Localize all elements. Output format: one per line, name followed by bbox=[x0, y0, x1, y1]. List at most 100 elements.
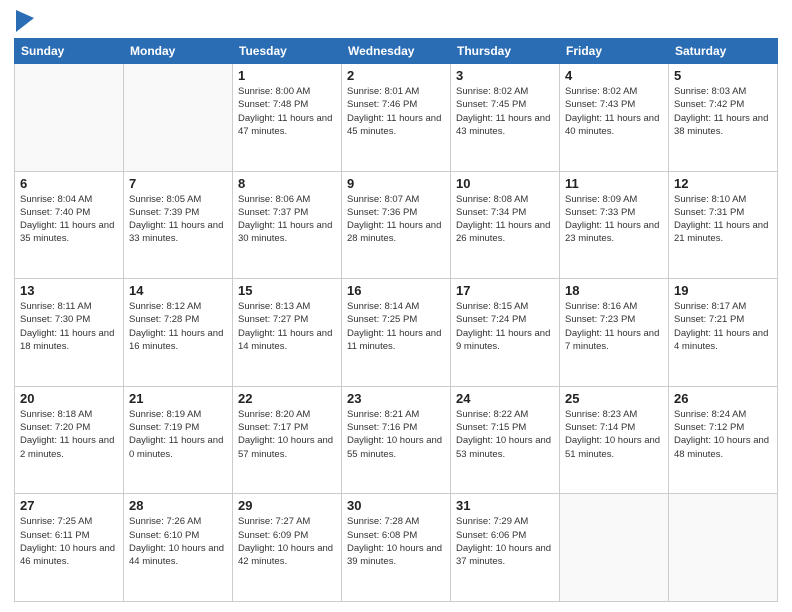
day-info: Sunrise: 8:23 AM Sunset: 7:14 PM Dayligh… bbox=[565, 408, 663, 461]
logo bbox=[14, 10, 34, 30]
table-row: 21 Sunrise: 8:19 AM Sunset: 7:19 PM Dayli… bbox=[124, 386, 233, 494]
day-number: 29 bbox=[238, 498, 336, 513]
table-row: 23 Sunrise: 8:21 AM Sunset: 7:16 PM Dayli… bbox=[342, 386, 451, 494]
table-row: 17Sunrise: 8:15 AM Sunset: 7:24 PM Dayli… bbox=[451, 279, 560, 387]
table-row: 11 Sunrise: 8:09 AM Sunset: 7:33 PM Dayli… bbox=[560, 171, 669, 279]
day-number: 28 bbox=[129, 498, 227, 513]
day-info: Sunrise: 8:01 AM Sunset: 7:46 PM Dayligh… bbox=[347, 85, 445, 138]
calendar-header-row: Sunday Monday Tuesday Wednesday Thursday… bbox=[15, 39, 778, 64]
day-info: Sunrise: 8:10 AM Sunset: 7:31 PM Dayligh… bbox=[674, 193, 772, 246]
col-saturday: Saturday bbox=[669, 39, 778, 64]
table-row: 9Sunrise: 8:07 AM Sunset: 7:36 PM Daylig… bbox=[342, 171, 451, 279]
table-row: 20 Sunrise: 8:18 AM Sunset: 7:20 PM Dayli… bbox=[15, 386, 124, 494]
day-info: Sunrise: 8:21 AM Sunset: 7:16 PM Dayligh… bbox=[347, 408, 445, 461]
col-monday: Monday bbox=[124, 39, 233, 64]
table-row: 4Sunrise: 8:02 AM Sunset: 7:43 PM Daylig… bbox=[560, 64, 669, 172]
day-info: Sunrise: 8:24 AM Sunset: 7:12 PM Dayligh… bbox=[674, 408, 772, 461]
day-number: 21 bbox=[129, 391, 227, 406]
day-number: 10 bbox=[456, 176, 554, 191]
table-row: 2 Sunrise: 8:01 AM Sunset: 7:46 PM Daylig… bbox=[342, 64, 451, 172]
table-row: 6 Sunrise: 8:04 AM Sunset: 7:40 PM Daylig… bbox=[15, 171, 124, 279]
table-row: 19Sunrise: 8:17 AM Sunset: 7:21 PM Dayli… bbox=[669, 279, 778, 387]
day-info: Sunrise: 8:08 AM Sunset: 7:34 PM Dayligh… bbox=[456, 193, 554, 246]
day-number: 4 bbox=[565, 68, 663, 83]
table-row: 24 Sunrise: 8:22 AM Sunset: 7:15 PM Dayli… bbox=[451, 386, 560, 494]
table-row: 31 Sunrise: 7:29 AM Sunset: 6:06 PM Dayli… bbox=[451, 494, 560, 602]
day-number: 14 bbox=[129, 283, 227, 298]
table-row bbox=[15, 64, 124, 172]
day-number: 15 bbox=[238, 283, 336, 298]
calendar-table: Sunday Monday Tuesday Wednesday Thursday… bbox=[14, 38, 778, 602]
day-info: Sunrise: 8:19 AM Sunset: 7:19 PM Dayligh… bbox=[129, 408, 227, 461]
day-number: 20 bbox=[20, 391, 118, 406]
day-number: 1 bbox=[238, 68, 336, 83]
table-row: 18 Sunrise: 8:16 AM Sunset: 7:23 PM Dayli… bbox=[560, 279, 669, 387]
day-number: 25 bbox=[565, 391, 663, 406]
day-number: 23 bbox=[347, 391, 445, 406]
day-info: Sunrise: 8:12 AM Sunset: 7:28 PM Dayligh… bbox=[129, 300, 227, 353]
table-row: 7 Sunrise: 8:05 AM Sunset: 7:39 PM Daylig… bbox=[124, 171, 233, 279]
table-row: 14 Sunrise: 8:12 AM Sunset: 7:28 PM Dayli… bbox=[124, 279, 233, 387]
day-number: 11 bbox=[565, 176, 663, 191]
table-row: 12 Sunrise: 8:10 AM Sunset: 7:31 PM Dayli… bbox=[669, 171, 778, 279]
day-number: 5 bbox=[674, 68, 772, 83]
table-row: 27 Sunrise: 7:25 AM Sunset: 6:11 PM Dayli… bbox=[15, 494, 124, 602]
page: Sunday Monday Tuesday Wednesday Thursday… bbox=[0, 0, 792, 612]
calendar-week-row: 13Sunrise: 8:11 AM Sunset: 7:30 PM Dayli… bbox=[15, 279, 778, 387]
day-number: 2 bbox=[347, 68, 445, 83]
day-info: Sunrise: 8:11 AM Sunset: 7:30 PM Dayligh… bbox=[20, 300, 118, 353]
day-info: Sunrise: 7:29 AM Sunset: 6:06 PM Dayligh… bbox=[456, 515, 554, 568]
day-info: Sunrise: 8:05 AM Sunset: 7:39 PM Dayligh… bbox=[129, 193, 227, 246]
day-info: Sunrise: 8:03 AM Sunset: 7:42 PM Dayligh… bbox=[674, 85, 772, 138]
table-row: 13Sunrise: 8:11 AM Sunset: 7:30 PM Dayli… bbox=[15, 279, 124, 387]
day-info: Sunrise: 8:22 AM Sunset: 7:15 PM Dayligh… bbox=[456, 408, 554, 461]
day-number: 8 bbox=[238, 176, 336, 191]
day-number: 12 bbox=[674, 176, 772, 191]
day-info: Sunrise: 8:09 AM Sunset: 7:33 PM Dayligh… bbox=[565, 193, 663, 246]
day-number: 3 bbox=[456, 68, 554, 83]
day-number: 24 bbox=[456, 391, 554, 406]
day-number: 16 bbox=[347, 283, 445, 298]
col-wednesday: Wednesday bbox=[342, 39, 451, 64]
table-row bbox=[669, 494, 778, 602]
table-row bbox=[560, 494, 669, 602]
col-sunday: Sunday bbox=[15, 39, 124, 64]
table-row bbox=[124, 64, 233, 172]
day-info: Sunrise: 8:18 AM Sunset: 7:20 PM Dayligh… bbox=[20, 408, 118, 461]
day-number: 7 bbox=[129, 176, 227, 191]
day-number: 27 bbox=[20, 498, 118, 513]
table-row: 8 Sunrise: 8:06 AM Sunset: 7:37 PM Daylig… bbox=[233, 171, 342, 279]
col-tuesday: Tuesday bbox=[233, 39, 342, 64]
day-number: 30 bbox=[347, 498, 445, 513]
table-row: 26Sunrise: 8:24 AM Sunset: 7:12 PM Dayli… bbox=[669, 386, 778, 494]
col-friday: Friday bbox=[560, 39, 669, 64]
day-number: 6 bbox=[20, 176, 118, 191]
table-row: 30 Sunrise: 7:28 AM Sunset: 6:08 PM Dayli… bbox=[342, 494, 451, 602]
table-row: 3 Sunrise: 8:02 AM Sunset: 7:45 PM Daylig… bbox=[451, 64, 560, 172]
table-row: 28Sunrise: 7:26 AM Sunset: 6:10 PM Dayli… bbox=[124, 494, 233, 602]
day-info: Sunrise: 8:04 AM Sunset: 7:40 PM Dayligh… bbox=[20, 193, 118, 246]
table-row: 25 Sunrise: 8:23 AM Sunset: 7:14 PM Dayli… bbox=[560, 386, 669, 494]
day-number: 19 bbox=[674, 283, 772, 298]
table-row: 1Sunrise: 8:00 AM Sunset: 7:48 PM Daylig… bbox=[233, 64, 342, 172]
day-number: 18 bbox=[565, 283, 663, 298]
day-info: Sunrise: 8:15 AM Sunset: 7:24 PM Dayligh… bbox=[456, 300, 554, 353]
table-row: 10 Sunrise: 8:08 AM Sunset: 7:34 PM Dayli… bbox=[451, 171, 560, 279]
table-row: 22Sunrise: 8:20 AM Sunset: 7:17 PM Dayli… bbox=[233, 386, 342, 494]
day-info: Sunrise: 8:20 AM Sunset: 7:17 PM Dayligh… bbox=[238, 408, 336, 461]
col-thursday: Thursday bbox=[451, 39, 560, 64]
table-row: 29 Sunrise: 7:27 AM Sunset: 6:09 PM Dayli… bbox=[233, 494, 342, 602]
table-row: 5 Sunrise: 8:03 AM Sunset: 7:42 PM Daylig… bbox=[669, 64, 778, 172]
table-row: 16Sunrise: 8:14 AM Sunset: 7:25 PM Dayli… bbox=[342, 279, 451, 387]
day-info: Sunrise: 8:16 AM Sunset: 7:23 PM Dayligh… bbox=[565, 300, 663, 353]
day-number: 31 bbox=[456, 498, 554, 513]
day-info: Sunrise: 8:02 AM Sunset: 7:45 PM Dayligh… bbox=[456, 85, 554, 138]
day-info: Sunrise: 7:25 AM Sunset: 6:11 PM Dayligh… bbox=[20, 515, 118, 568]
calendar-week-row: 20 Sunrise: 8:18 AM Sunset: 7:20 PM Dayli… bbox=[15, 386, 778, 494]
calendar-week-row: 27 Sunrise: 7:25 AM Sunset: 6:11 PM Dayli… bbox=[15, 494, 778, 602]
day-info: Sunrise: 7:28 AM Sunset: 6:08 PM Dayligh… bbox=[347, 515, 445, 568]
day-info: Sunrise: 7:27 AM Sunset: 6:09 PM Dayligh… bbox=[238, 515, 336, 568]
table-row: 15Sunrise: 8:13 AM Sunset: 7:27 PM Dayli… bbox=[233, 279, 342, 387]
header bbox=[14, 10, 778, 30]
day-info: Sunrise: 8:06 AM Sunset: 7:37 PM Dayligh… bbox=[238, 193, 336, 246]
